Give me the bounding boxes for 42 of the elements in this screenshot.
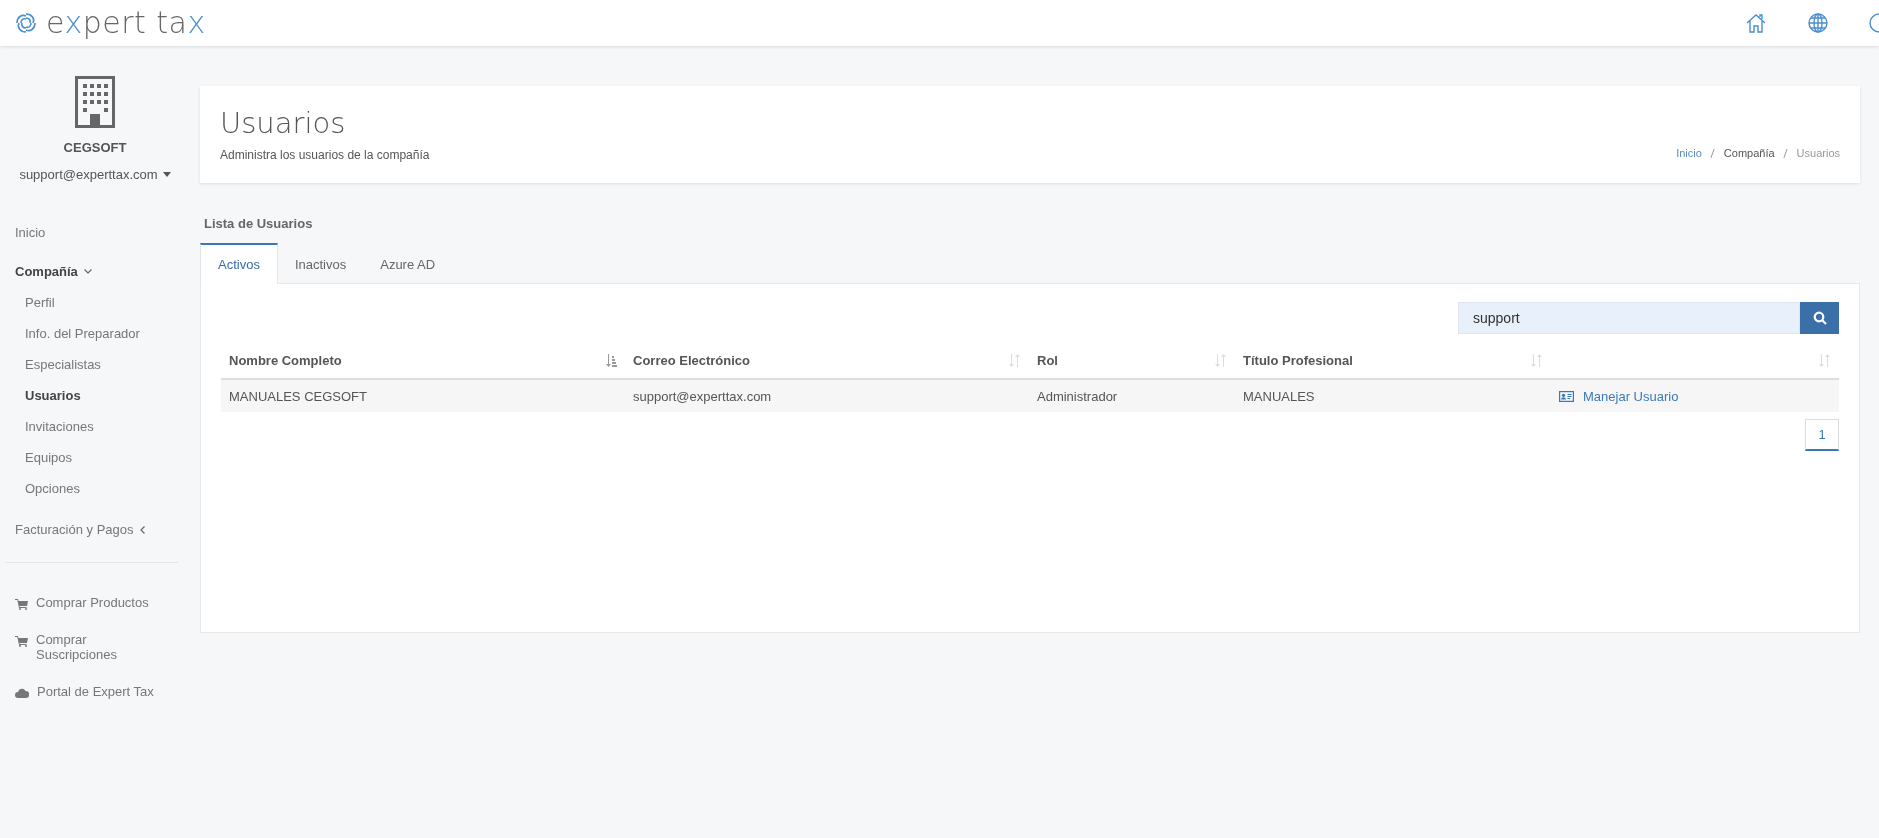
- cart-icon[interactable]: [15, 636, 28, 647]
- page-subtitle: Administra los usuarios de la compañía: [220, 148, 430, 162]
- search-field[interactable]: support: [1458, 302, 1800, 334]
- tab[interactable]: Activos: [200, 243, 278, 284]
- cart-icon[interactable]: [15, 599, 28, 610]
- search-icon: [1812, 311, 1827, 325]
- breadcrumb-item: Compañía: [1723, 147, 1775, 159]
- caret-icon: [162, 172, 171, 177]
- table-cell: MANUALES: [1235, 380, 1551, 412]
- globe-icon[interactable]: [1807, 12, 1829, 34]
- id-card-icon: [1559, 390, 1574, 402]
- nav-item[interactable]: Inicio: [0, 222, 61, 243]
- logo-text: expert tax: [46, 8, 206, 38]
- nav-subitem[interactable]: Perfil: [0, 292, 70, 313]
- table-cell: Administrador: [1029, 380, 1235, 412]
- tab[interactable]: Inactivos: [277, 243, 364, 283]
- search-button[interactable]: [1800, 302, 1839, 334]
- building-icon: [75, 76, 115, 128]
- shop-link[interactable]: Portal de Expert Tax: [37, 684, 154, 699]
- page-title: Usuarios: [220, 106, 347, 140]
- cloud-icon[interactable]: [15, 688, 29, 698]
- nav-label[interactable]: Compañía: [15, 261, 78, 282]
- table-cell: support@experttax.com: [625, 380, 1029, 412]
- company-name: CEGSOFT: [63, 140, 127, 155]
- tab[interactable]: Azure AD: [363, 243, 453, 283]
- nav-subitem[interactable]: Opciones: [0, 478, 95, 499]
- table-cell: MANUALES CEGSOFT: [221, 380, 625, 412]
- section-title: Lista de Usuarios: [204, 216, 314, 231]
- nav-subitem[interactable]: Info. del Preparador: [0, 323, 155, 344]
- swirl-logo-icon: [14, 11, 38, 35]
- nav-subitem[interactable]: Equipos: [0, 447, 87, 468]
- breadcrumb-item[interactable]: Inicio: [1676, 147, 1702, 159]
- nav-subitem[interactable]: Usuarios: [0, 385, 96, 406]
- shop-link[interactable]: Comprar Suscripciones: [36, 632, 164, 662]
- page-button[interactable]: 1: [1805, 419, 1839, 451]
- nav-label[interactable]: Facturación y Pagos: [15, 519, 134, 540]
- shop-link[interactable]: Comprar Productos: [36, 595, 149, 610]
- home-icon[interactable]: [1745, 12, 1767, 34]
- nav-subitem[interactable]: Invitaciones: [0, 416, 109, 437]
- nav-subitem[interactable]: Especialistas: [0, 354, 116, 375]
- breadcrumb-item: Usuarios: [1796, 147, 1840, 159]
- account-dropdown[interactable]: support@experttax.com: [19, 167, 171, 182]
